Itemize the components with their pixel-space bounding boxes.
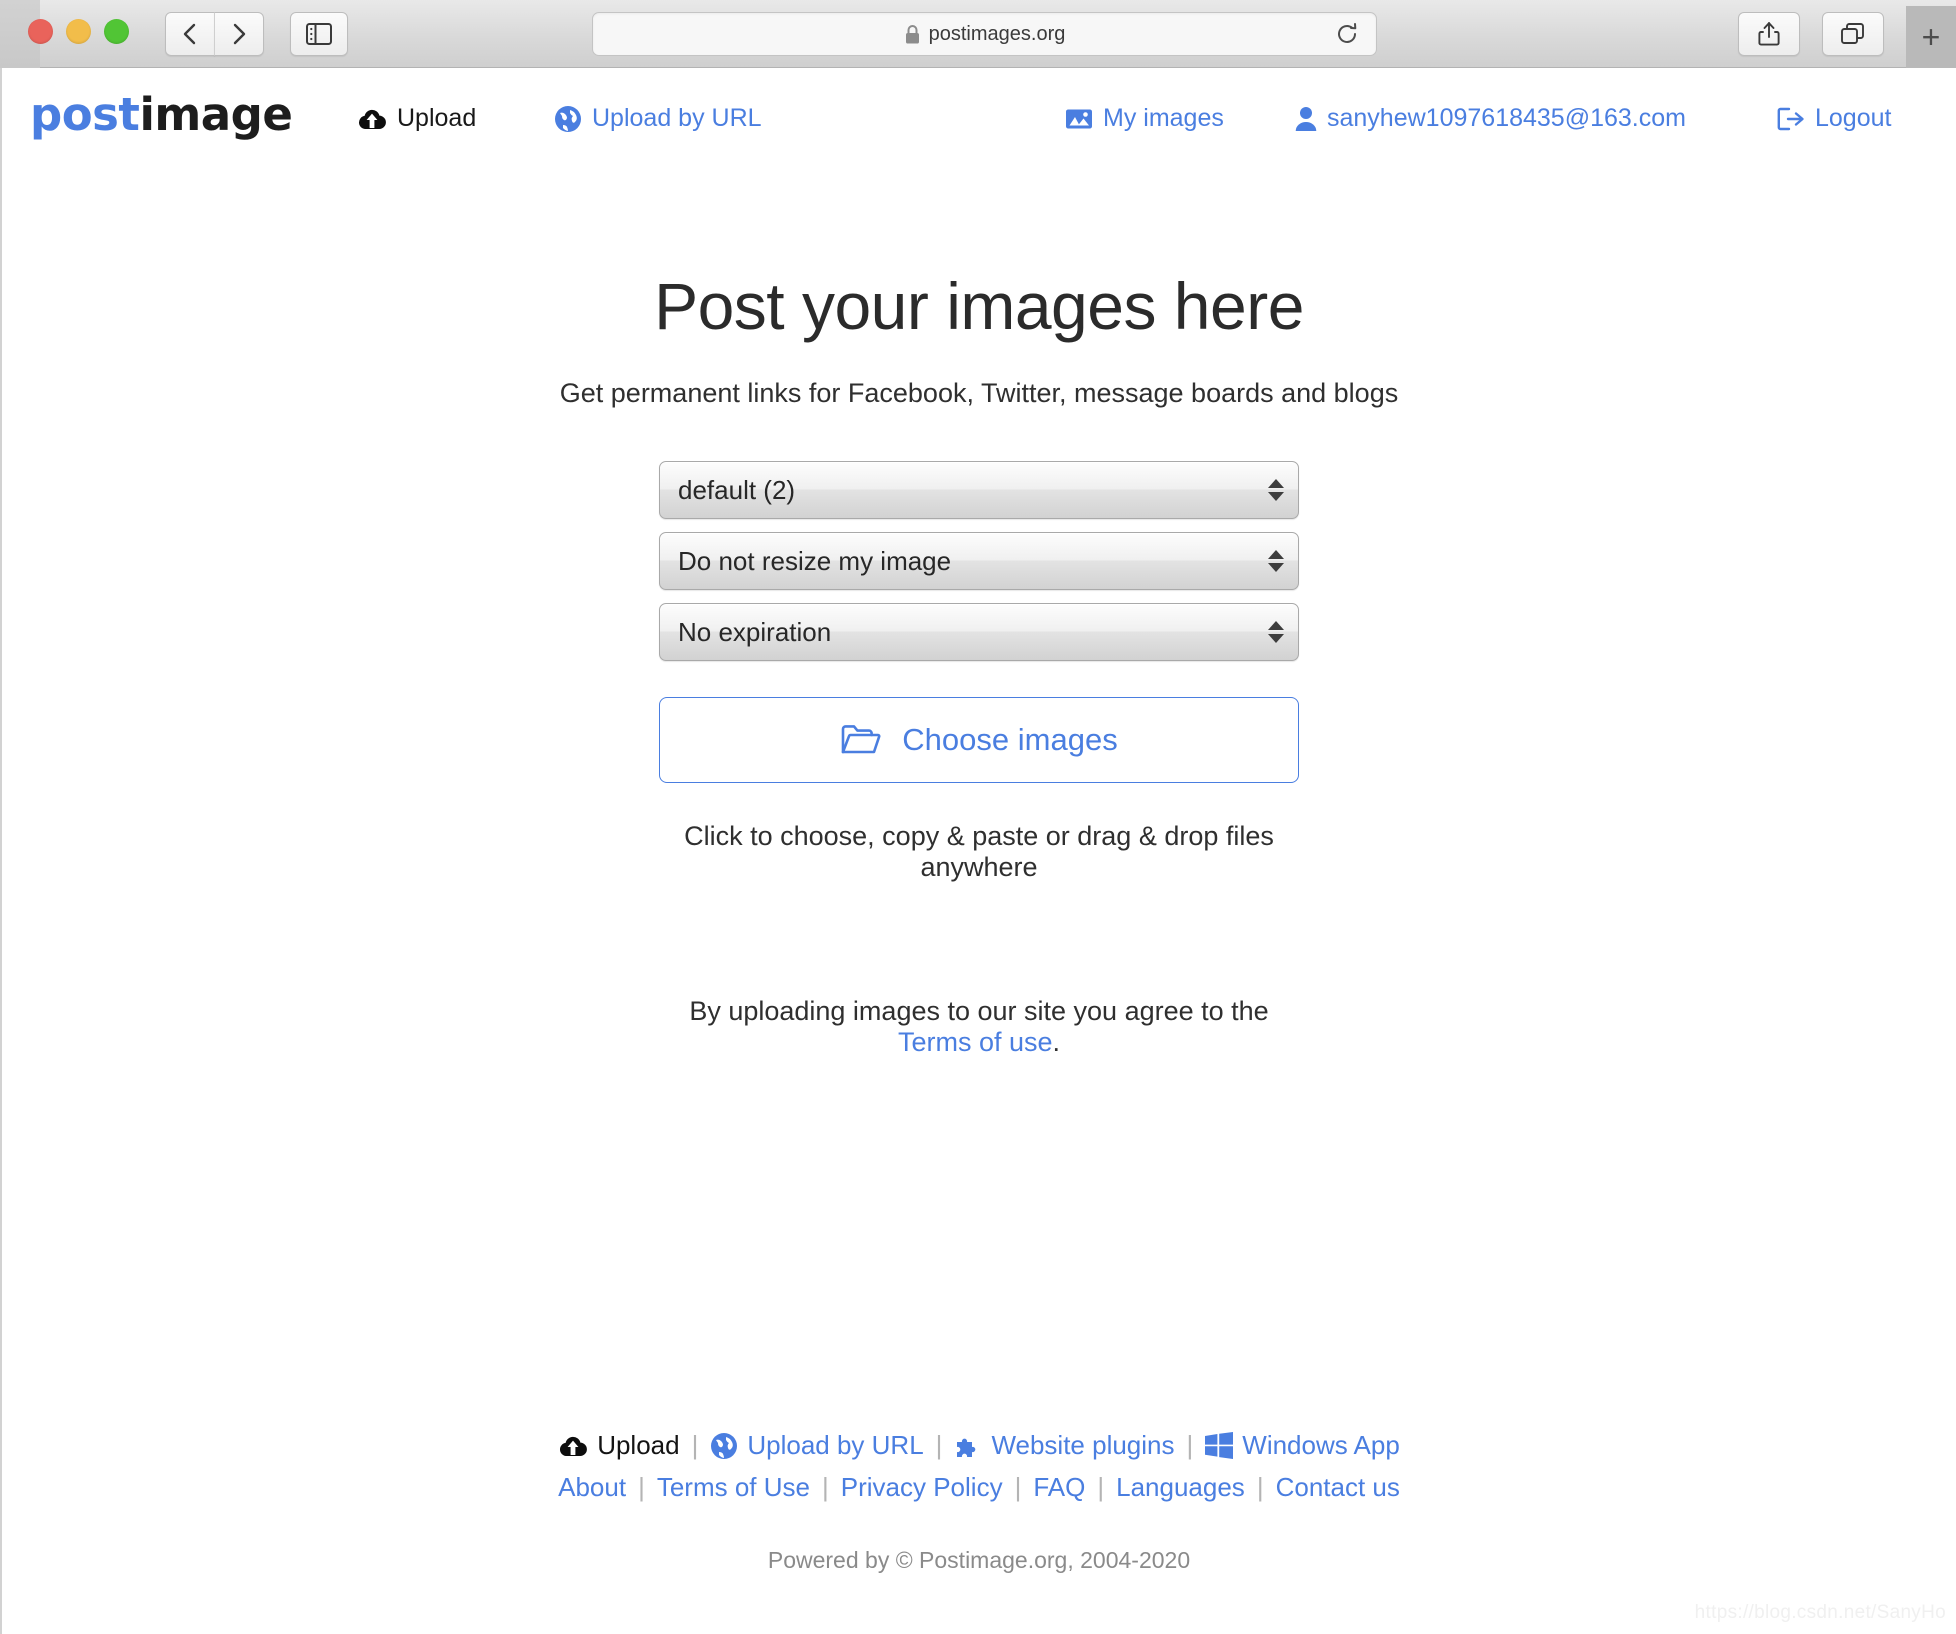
choose-images-label: Choose images: [902, 722, 1118, 757]
plus-icon: +: [1921, 19, 1941, 55]
footer-link-faq[interactable]: FAQ: [1033, 1472, 1085, 1503]
footer-separator: |: [1097, 1472, 1105, 1502]
share-button[interactable]: [1738, 12, 1800, 56]
reload-icon: [1335, 22, 1359, 46]
gallery-select-value: default (2): [678, 474, 796, 505]
terms-suffix: .: [1052, 1027, 1061, 1057]
footer-separator: |: [1256, 1472, 1264, 1502]
photo-icon: [1065, 107, 1093, 131]
forward-button[interactable]: [214, 12, 264, 56]
footer-label-upload: Upload: [597, 1430, 680, 1460]
new-tab-button[interactable]: +: [1906, 6, 1956, 68]
footer-separator: |: [638, 1472, 645, 1502]
sidebar-toggle-button[interactable]: [290, 12, 348, 56]
footer-link-languages[interactable]: Languages: [1116, 1472, 1245, 1503]
terms-agreement-text: By uploading images to our site you agre…: [659, 996, 1299, 1058]
logo-text-image: image: [139, 88, 293, 141]
page-subtitle: Get permanent links for Facebook, Twitte…: [559, 378, 1399, 408]
csdn-watermark: https://blog.csdn.net/SanyHo: [1694, 1602, 1946, 1623]
drop-hint-text: Click to choose, copy & paste or drag & …: [684, 821, 1274, 882]
user-icon: [1295, 106, 1317, 131]
chevron-updown-icon: [1268, 472, 1284, 508]
window-traffic-lights: [28, 19, 129, 44]
globe-icon: [554, 105, 582, 133]
page-title: Post your images here: [654, 269, 1304, 343]
gallery-select[interactable]: default (2): [659, 461, 1299, 519]
expiration-select-value: No expiration: [678, 616, 832, 647]
footer-label-windows-app: Windows App: [1242, 1430, 1400, 1460]
url-text: postimages.org: [928, 22, 1066, 45]
minimize-window-button[interactable]: [66, 19, 91, 44]
footer-separator: |: [935, 1430, 943, 1460]
browser-toolbar: postimages.org +: [0, 0, 1956, 68]
windows-logo-icon: [1205, 1432, 1234, 1459]
footer-link-about[interactable]: About: [558, 1472, 626, 1503]
resize-select[interactable]: Do not resize my image: [659, 532, 1299, 590]
chevron-updown-icon: [1268, 543, 1284, 579]
cloud-upload-icon: [558, 1434, 588, 1458]
show-all-tabs-button[interactable]: [1822, 12, 1884, 56]
logout-icon: [1777, 107, 1805, 131]
nav-item-upload[interactable]: Upload: [357, 104, 476, 133]
close-window-button[interactable]: [28, 19, 53, 44]
footer-link-terms-of-use[interactable]: Terms of Use: [657, 1472, 810, 1503]
postimage-logo[interactable]: postimage: [30, 88, 293, 141]
nav-label-upload: Upload: [397, 104, 477, 132]
nav-label-my-images: My images: [1103, 104, 1224, 132]
footer-item-upload-by-url[interactable]: Upload by URL: [710, 1430, 924, 1461]
globe-icon: [710, 1432, 738, 1460]
sidebar-icon: [306, 23, 332, 45]
footer-primary-links: Upload | Upload by URL | Website plugins…: [2, 1430, 1956, 1461]
terms-prefix: By uploading images to our site you agre…: [689, 996, 1269, 1026]
main-content: Post your images here Get permanent link…: [2, 268, 1956, 1058]
site-footer: Upload | Upload by URL | Website plugins…: [2, 1430, 1956, 1574]
nav-item-my-images[interactable]: My images: [1065, 104, 1224, 133]
nav-label-upload-by-url: Upload by URL: [592, 104, 762, 132]
footer-item-website-plugins[interactable]: Website plugins: [954, 1430, 1175, 1461]
nav-item-account-email[interactable]: sanyhew1097618435@163.com: [1295, 104, 1686, 133]
footer-label-website-plugins: Website plugins: [991, 1430, 1175, 1460]
footer-separator: |: [1014, 1472, 1022, 1502]
back-button[interactable]: [165, 12, 215, 56]
footer-separator: |: [821, 1472, 829, 1502]
footer-link-contact-us[interactable]: Contact us: [1276, 1472, 1400, 1503]
footer-separator: |: [691, 1430, 699, 1460]
terms-of-use-link[interactable]: Terms of use: [898, 1027, 1053, 1057]
nav-item-logout[interactable]: Logout: [1777, 104, 1891, 133]
chevron-updown-icon: [1268, 614, 1284, 650]
nav-label-account-email: sanyhew1097618435@163.com: [1327, 104, 1686, 132]
footer-link-privacy-policy[interactable]: Privacy Policy: [841, 1472, 1003, 1503]
powered-by-text: Powered by © Postimage.org, 2004-2020: [767, 1547, 1191, 1573]
cloud-upload-icon: [357, 107, 387, 131]
footer-label-upload-by-url: Upload by URL: [747, 1430, 924, 1460]
footer-separator: |: [1186, 1430, 1194, 1460]
upload-options-form: default (2) Do not resize my image No ex…: [659, 409, 1299, 1058]
reload-button[interactable]: [1334, 21, 1360, 47]
choose-images-button[interactable]: Choose images: [659, 697, 1299, 783]
share-icon: [1758, 21, 1780, 47]
footer-secondary-links: About | Terms of Use | Privacy Policy | …: [2, 1472, 1956, 1503]
lock-icon: [904, 24, 921, 45]
url-display: postimages.org: [904, 22, 1066, 46]
footer-item-upload[interactable]: Upload: [558, 1430, 680, 1461]
site-header: postimage Upload Upload by URL My images…: [2, 88, 1956, 156]
footer-item-windows-app[interactable]: Windows App: [1205, 1430, 1400, 1461]
tab-overview-icon: [1840, 22, 1866, 46]
page-viewport: postimage Upload Upload by URL My images…: [0, 68, 1956, 1634]
resize-select-value: Do not resize my image: [678, 545, 952, 576]
chevron-right-icon: [231, 22, 247, 46]
expiration-select[interactable]: No expiration: [659, 603, 1299, 661]
chevron-left-icon: [182, 22, 198, 46]
nav-label-logout: Logout: [1815, 104, 1892, 132]
maximize-window-button[interactable]: [104, 19, 129, 44]
nav-item-upload-by-url[interactable]: Upload by URL: [554, 104, 762, 133]
address-bar[interactable]: postimages.org: [592, 12, 1377, 56]
puzzle-piece-icon: [954, 1433, 982, 1459]
logo-text-post: post: [30, 88, 140, 141]
open-folder-icon: [840, 723, 882, 757]
